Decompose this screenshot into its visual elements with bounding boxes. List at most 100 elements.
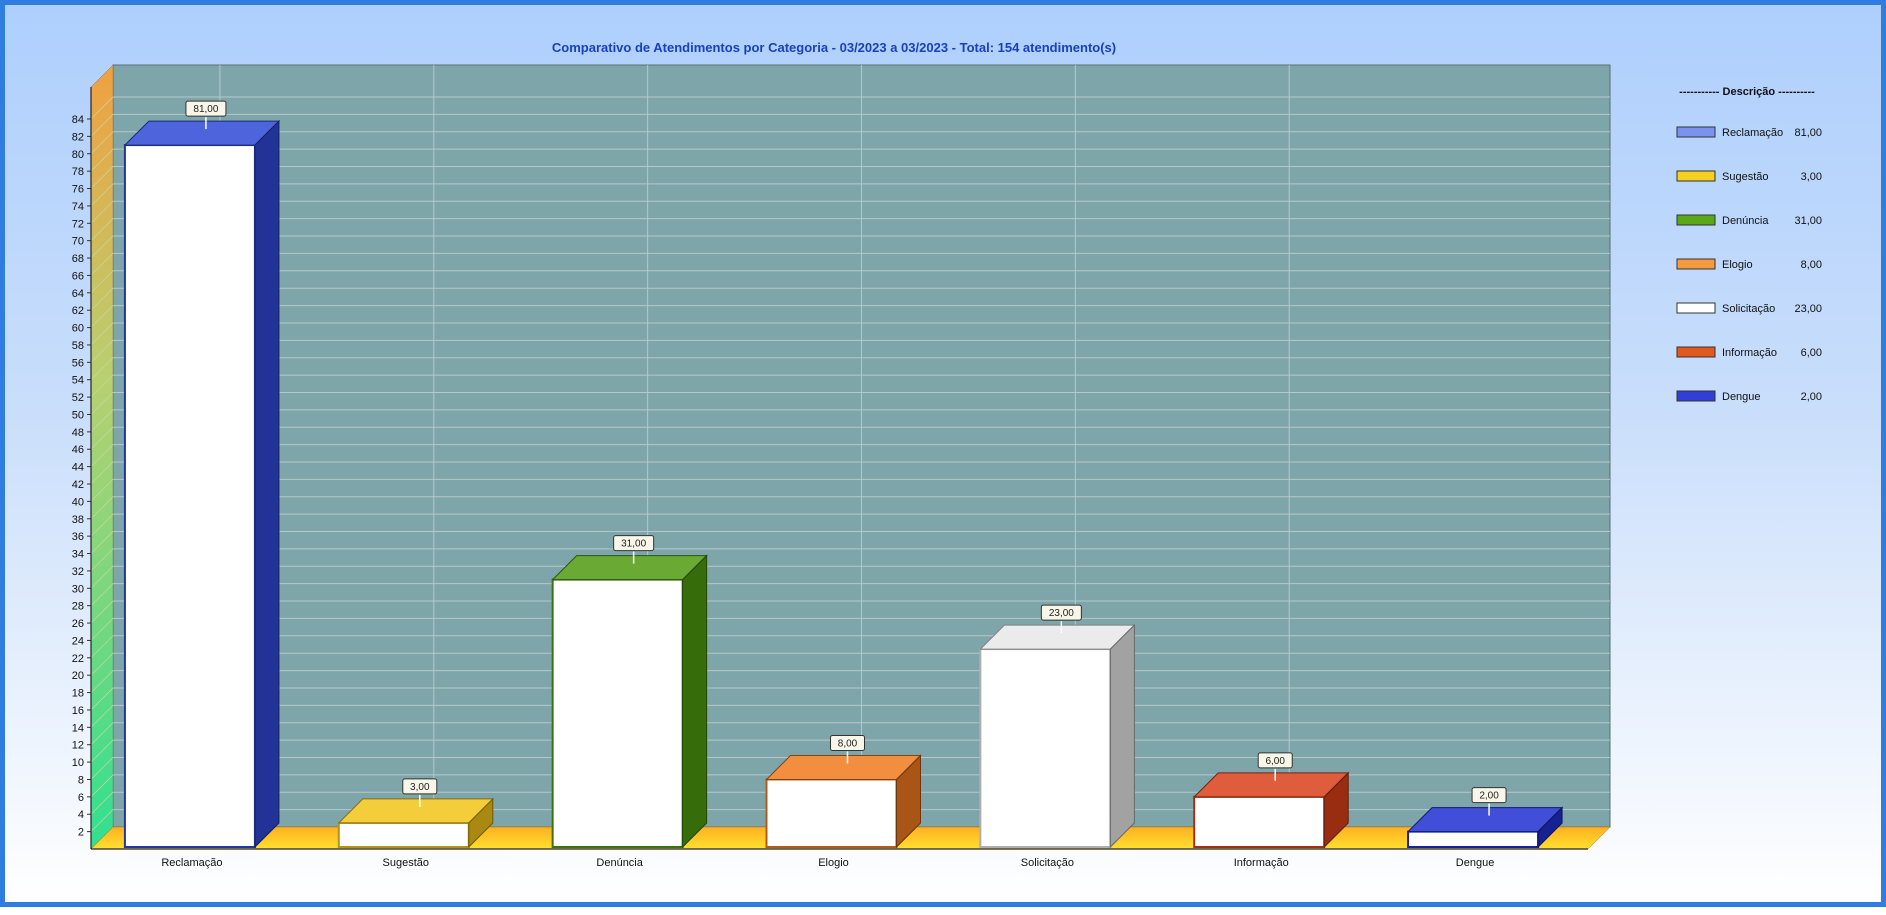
y-tick-label: 2 bbox=[78, 827, 84, 839]
legend-label: Reclamação bbox=[1722, 127, 1783, 139]
x-tick-label: Denúncia bbox=[596, 857, 643, 869]
data-label-text: 3,00 bbox=[410, 782, 430, 793]
side-wall bbox=[90, 64, 114, 850]
data-label-text: 23,00 bbox=[1049, 608, 1074, 619]
legend-swatch bbox=[1676, 302, 1716, 314]
legend-item: Reclamação 81,00 bbox=[1676, 126, 1822, 139]
bar bbox=[1406, 806, 1564, 849]
bar-side bbox=[254, 119, 280, 849]
y-tick-label: 26 bbox=[72, 618, 84, 630]
bar-top bbox=[123, 120, 281, 146]
legend-swatch bbox=[1676, 170, 1716, 182]
bar-front bbox=[1407, 830, 1540, 848]
y-tick-label: 22 bbox=[72, 653, 84, 665]
legend-label: Elogio bbox=[1722, 259, 1753, 271]
bar-side bbox=[1109, 623, 1135, 849]
y-tick-label: 20 bbox=[72, 670, 84, 682]
legend: ----------- Descrição ---------- Reclama… bbox=[1676, 86, 1822, 403]
bar bbox=[979, 623, 1136, 849]
plot-area: 2468101214161820222426283032343638404244… bbox=[72, 64, 1611, 850]
y-tick-label: 32 bbox=[72, 566, 84, 578]
bar bbox=[337, 797, 494, 849]
legend-swatch bbox=[1676, 214, 1716, 226]
y-tick-label: 68 bbox=[72, 253, 84, 265]
y-tick-label: 12 bbox=[72, 740, 84, 752]
legend-value: 81,00 bbox=[1794, 127, 1822, 139]
data-label-text: 8,00 bbox=[838, 738, 858, 749]
y-tick-label: 60 bbox=[72, 323, 84, 335]
bar-side bbox=[682, 554, 708, 849]
legend-swatch bbox=[1676, 258, 1716, 270]
legend-title: ----------- Descrição ---------- bbox=[1679, 86, 1815, 98]
legend-value: 23,00 bbox=[1794, 303, 1822, 315]
y-tick-label: 74 bbox=[72, 201, 84, 213]
legend-label: Solicitação bbox=[1722, 303, 1775, 315]
y-tick-label: 24 bbox=[72, 635, 84, 647]
data-label-text: 2,00 bbox=[1479, 791, 1499, 802]
bar-top bbox=[979, 624, 1136, 650]
y-tick-label: 10 bbox=[72, 757, 84, 769]
legend-label: Dengue bbox=[1722, 391, 1761, 403]
y-tick-label: 16 bbox=[72, 705, 84, 717]
y-tick-label: 28 bbox=[72, 601, 84, 613]
legend-label: Informação bbox=[1722, 347, 1777, 359]
x-tick-label: Elogio bbox=[818, 857, 849, 869]
legend-value: 6,00 bbox=[1801, 347, 1822, 359]
y-tick-label: 44 bbox=[72, 462, 84, 474]
y-tick-label: 30 bbox=[72, 583, 84, 595]
legend-label: Sugestão bbox=[1722, 171, 1768, 183]
y-tick-label: 58 bbox=[72, 340, 84, 352]
bar-front bbox=[1193, 795, 1326, 848]
y-tick-label: 72 bbox=[72, 218, 84, 230]
bar-top bbox=[1193, 772, 1350, 798]
x-tick-label: Dengue bbox=[1456, 857, 1495, 869]
legend-value: 8,00 bbox=[1801, 259, 1822, 271]
bar-chart: 2468101214161820222426283032343638404244… bbox=[72, 40, 1822, 869]
bar-front bbox=[123, 144, 256, 849]
y-tick-label: 34 bbox=[72, 549, 84, 561]
x-tick-label: Reclamação bbox=[161, 857, 222, 869]
legend-swatch bbox=[1676, 390, 1716, 402]
legend-value: 3,00 bbox=[1801, 171, 1822, 183]
bar-top bbox=[337, 798, 494, 824]
y-tick-label: 56 bbox=[72, 357, 84, 369]
legend-label: Denúncia bbox=[1722, 215, 1769, 227]
legend-item: Solicitação 23,00 bbox=[1676, 302, 1822, 315]
y-tick-label: 50 bbox=[72, 409, 84, 421]
data-label-text: 81,00 bbox=[193, 104, 218, 115]
y-tick-label: 54 bbox=[72, 375, 84, 387]
bar-front bbox=[979, 648, 1112, 848]
y-tick-label: 40 bbox=[72, 496, 84, 508]
bar-top bbox=[765, 754, 922, 780]
bar-top bbox=[1406, 807, 1564, 833]
y-tick-label: 14 bbox=[72, 722, 84, 734]
data-label-text: 31,00 bbox=[621, 539, 646, 550]
bar bbox=[551, 554, 708, 849]
legend-swatch bbox=[1676, 126, 1716, 138]
y-tick-label: 64 bbox=[72, 288, 84, 300]
y-tick-label: 52 bbox=[72, 392, 84, 404]
y-tick-label: 82 bbox=[72, 131, 84, 143]
legend-value: 31,00 bbox=[1794, 215, 1822, 227]
y-tick-label: 84 bbox=[72, 114, 84, 126]
bar bbox=[123, 119, 281, 849]
bar bbox=[1193, 771, 1350, 849]
legend-value: 2,00 bbox=[1801, 391, 1822, 403]
y-tick-label: 66 bbox=[72, 270, 84, 282]
y-tick-label: 4 bbox=[78, 809, 84, 821]
legend-item: Denúncia 31,00 bbox=[1676, 214, 1822, 227]
data-label-text: 6,00 bbox=[1265, 756, 1285, 767]
bar-front bbox=[765, 778, 898, 849]
y-tick-label: 48 bbox=[72, 427, 84, 439]
legend-swatch bbox=[1676, 346, 1716, 358]
legend-item: Sugestão 3,00 bbox=[1676, 170, 1822, 183]
y-tick-label: 80 bbox=[72, 149, 84, 161]
y-tick-label: 18 bbox=[72, 688, 84, 700]
y-tick-label: 42 bbox=[72, 479, 84, 491]
bar bbox=[765, 754, 922, 849]
x-tick-label: Sugestão bbox=[383, 857, 429, 869]
bar-front bbox=[337, 821, 470, 849]
chart-frame: 2 4 6 8 10 12 14 16 18 20 22 24 26 28 30 32 34 36 38 40 42 44… bbox=[0, 0, 1886, 907]
bar-front bbox=[551, 578, 684, 848]
bar-top bbox=[551, 555, 708, 581]
